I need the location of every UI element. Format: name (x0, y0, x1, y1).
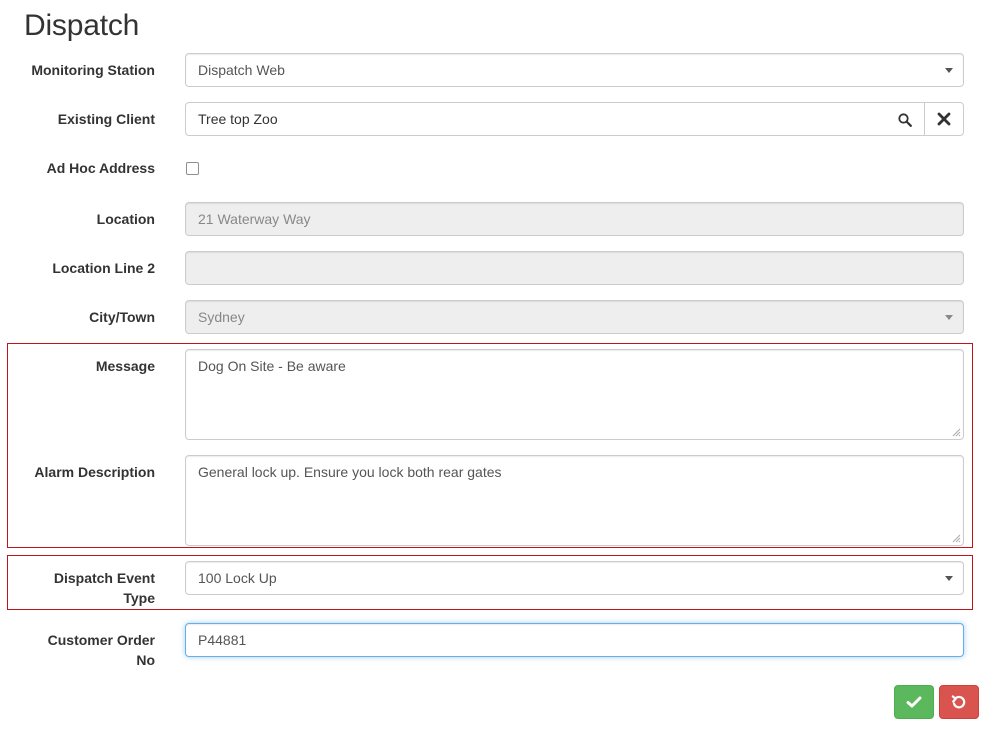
resize-grip-icon[interactable] (952, 428, 961, 437)
chevron-down-icon (945, 576, 953, 581)
resize-grip-icon[interactable] (952, 534, 961, 543)
undo-icon (951, 695, 966, 709)
monitoring-station-select[interactable]: Dispatch Web (185, 53, 964, 87)
city-town-select: Sydney (185, 300, 964, 334)
customer-order-no-label-line1: Customer Order (47, 632, 155, 648)
existing-client-group: Tree top Zoo (185, 102, 964, 136)
ad-hoc-address-label: Ad Hoc Address (46, 160, 155, 176)
customer-order-no-label-line2: No (136, 652, 155, 668)
location-value: 21 Waterway Way (198, 211, 311, 227)
alarm-description-label: Alarm Description (34, 464, 155, 480)
city-town-label: City/Town (89, 309, 155, 325)
location-input: 21 Waterway Way (185, 202, 964, 236)
dispatch-event-type-value: 100 Lock Up (198, 570, 277, 586)
existing-client-label: Existing Client (57, 111, 155, 127)
monitoring-station-value: Dispatch Web (198, 62, 285, 78)
search-icon[interactable] (898, 113, 912, 127)
dispatch-event-type-label-line2: Type (123, 590, 155, 606)
check-icon (906, 696, 922, 708)
reset-button[interactable] (939, 685, 979, 719)
city-town-value: Sydney (198, 309, 245, 325)
customer-order-no-input[interactable]: P44881 (185, 623, 964, 657)
dispatch-page: Dispatch Monitoring Station Dispatch Web… (0, 0, 993, 741)
ad-hoc-address-checkbox[interactable] (186, 162, 199, 175)
customer-order-no-value: P44881 (198, 632, 247, 648)
alarm-description-textarea[interactable]: General lock up. Ensure you lock both re… (185, 455, 964, 546)
dispatch-event-type-label-line1: Dispatch Event (53, 570, 155, 586)
existing-client-value: Tree top Zoo (198, 111, 278, 127)
dispatch-event-type-select[interactable]: 100 Lock Up (185, 561, 964, 595)
location-line-2-input (185, 251, 964, 285)
chevron-down-icon (945, 68, 953, 73)
location-line-2-label: Location Line 2 (52, 260, 155, 276)
message-label: Message (95, 358, 155, 374)
alarm-description-value: General lock up. Ensure you lock both re… (198, 464, 502, 480)
dispatch-event-type-label: Dispatch Event Type (5, 568, 155, 608)
existing-client-input[interactable]: Tree top Zoo (185, 102, 925, 136)
location-label: Location (96, 211, 155, 227)
clear-client-button[interactable] (924, 102, 964, 136)
message-textarea[interactable]: Dog On Site - Be aware (185, 349, 964, 440)
customer-order-no-label: Customer Order No (5, 630, 155, 670)
page-title: Dispatch (24, 9, 140, 42)
chevron-down-icon (945, 315, 953, 320)
close-icon (937, 112, 951, 126)
message-value: Dog On Site - Be aware (198, 358, 346, 374)
save-button[interactable] (894, 685, 934, 719)
monitoring-station-label: Monitoring Station (31, 62, 155, 78)
